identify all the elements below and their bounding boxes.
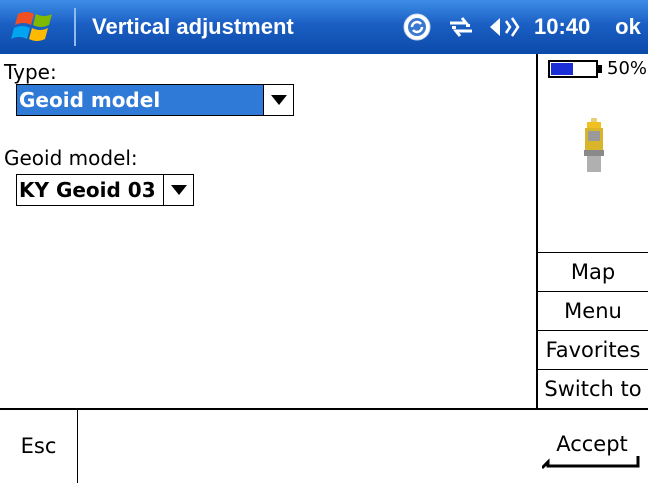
default-action-underline-icon — [542, 456, 640, 470]
dropdown-arrow-icon[interactable] — [263, 85, 293, 115]
favorites-button[interactable]: Favorites — [538, 330, 648, 368]
map-button[interactable]: Map — [538, 252, 648, 290]
sync-icon[interactable] — [402, 12, 432, 42]
esc-button[interactable]: Esc — [0, 410, 78, 483]
bottom-bar: Esc Accept — [0, 408, 648, 483]
accept-label: Accept — [556, 432, 628, 456]
type-dropdown-value: Geoid model — [17, 85, 263, 115]
windows-flag-icon — [11, 12, 52, 41]
window-title: Vertical adjustment — [92, 14, 294, 39]
geoid-model-label: Geoid model: — [4, 146, 138, 170]
switch-to-button[interactable]: Switch to — [538, 369, 648, 407]
battery-percentage: 50% — [607, 58, 648, 79]
battery-icon — [548, 60, 602, 78]
geoid-model-dropdown-value: KY Geoid 03 — [19, 178, 156, 202]
dropdown-arrow-icon[interactable] — [163, 175, 193, 205]
connectivity-icon[interactable] — [446, 12, 476, 42]
status-panel: 50% Map Menu Favorites Switch to — [536, 54, 648, 408]
type-label: Type: — [4, 60, 57, 84]
volume-icon[interactable] — [486, 12, 520, 42]
menu-button[interactable]: Menu — [538, 291, 648, 329]
geoid-model-dropdown[interactable]: KY Geoid 03 — [16, 174, 194, 206]
type-dropdown[interactable]: Geoid model — [16, 84, 294, 116]
start-button[interactable] — [0, 0, 72, 54]
title-bar: Vertical adjustment 10:40 ok — [0, 0, 648, 54]
form-area: Type: Geoid model Geoid model: KY Geoid … — [0, 54, 536, 408]
accept-button[interactable]: Accept — [536, 410, 648, 483]
clock[interactable]: 10:40 — [534, 14, 590, 40]
total-station-icon[interactable] — [582, 118, 606, 178]
title-separator — [74, 8, 76, 46]
ok-button[interactable]: ok — [608, 8, 648, 46]
